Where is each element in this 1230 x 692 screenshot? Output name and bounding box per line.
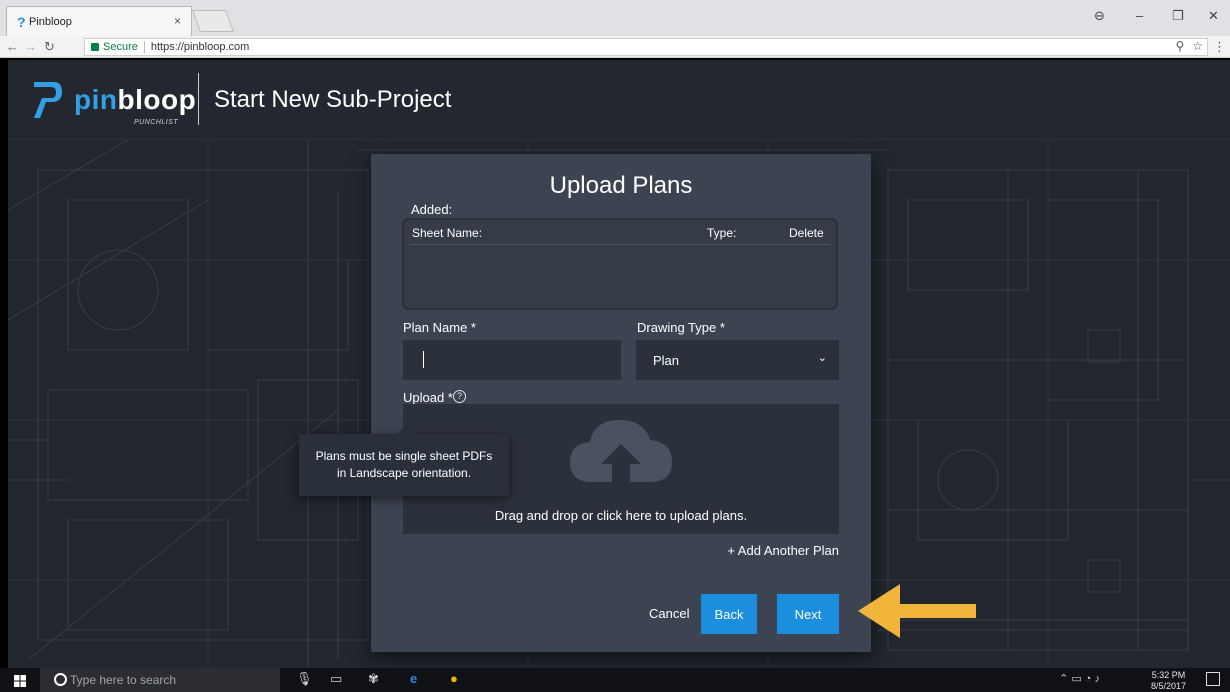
next-button[interactable]: Next (777, 594, 839, 634)
back-arrow-icon[interactable]: ← (6, 39, 19, 54)
clock-date: 8/5/2017 (1150, 681, 1186, 691)
reload-icon[interactable]: ↻ (44, 39, 55, 55)
chrome-browser-icon[interactable]: ● (450, 671, 458, 686)
clock-time: 5:32 PM (1151, 670, 1186, 680)
tab-close-icon[interactable]: × (174, 14, 181, 28)
address-bar: ← → ↻ Secure https://pinbloop.com ⚲ ☆ ⋮ (0, 36, 1230, 58)
browser-tab[interactable]: ? Pinbloop × (6, 6, 192, 36)
logo-bloop: bloop (117, 84, 197, 115)
chevron-down-icon: ⌄ (817, 352, 827, 364)
browser-menu-icon[interactable]: ⋮ (1213, 39, 1226, 55)
logo-subtitle: PUNCHLIST (134, 119, 179, 126)
column-type: Type: (707, 226, 737, 240)
dropzone-text: Drag and drop or click here to upload pl… (494, 508, 748, 523)
pinbloop-logo-icon (34, 82, 62, 118)
url-text: https://pinbloop.com (150, 41, 250, 53)
secure-label: Secure (103, 41, 138, 53)
table-header-divider (410, 244, 830, 245)
windows-start-icon[interactable] (14, 675, 26, 687)
pinbloop-favicon-icon: ? (17, 14, 26, 30)
forward-arrow-icon[interactable]: → (24, 39, 37, 54)
tooltip-line-2: in Landscape orientation. (336, 466, 472, 480)
tab-title: Pinbloop (29, 15, 72, 28)
added-plans-table: Sheet Name: Type: Delete (402, 218, 838, 310)
secure-indicator[interactable]: Secure (91, 41, 138, 53)
cortana-icon (54, 673, 67, 686)
drawing-type-label: Drawing Type * (637, 320, 725, 335)
column-delete: Delete (789, 226, 824, 240)
add-another-plan-link[interactable]: + Add Another Plan (727, 543, 839, 558)
plan-name-label: Plan Name * (403, 320, 476, 335)
upload-label: Upload * (403, 390, 453, 405)
omnibox-separator (143, 41, 145, 53)
task-view-icon[interactable]: ▭ (330, 671, 342, 687)
header-divider (198, 73, 199, 125)
omnibox-actions: ⚲ ☆ (1175, 39, 1203, 53)
lock-icon (91, 43, 99, 51)
taskbar-search-input[interactable]: Type here to search (40, 668, 280, 692)
modal-title: Upload Plans (549, 172, 693, 199)
system-tray-icons[interactable]: ⌃ ▭ ◔ ♪ (1059, 672, 1100, 685)
plan-name-input[interactable] (403, 340, 621, 380)
zoom-icon[interactable]: ⚲ (1175, 39, 1184, 53)
cancel-button[interactable]: Cancel (649, 606, 689, 621)
drawing-type-select[interactable]: Plan ⌄ (636, 340, 839, 380)
taskbar-search-placeholder: Type here to search (70, 673, 177, 687)
page-title: Start New Sub-Project (214, 86, 452, 113)
bookmark-star-icon[interactable]: ☆ (1192, 39, 1203, 53)
taskbar-clock[interactable]: 5:32 PM 8/5/2017 (1151, 670, 1186, 692)
edge-browser-icon[interactable]: e (410, 671, 417, 686)
upload-plans-modal: Upload Plans Added: Sheet Name: Type: De… (371, 154, 871, 652)
upload-help-tooltip: Plans must be single sheet PDFs in Lands… (299, 426, 509, 496)
added-label: Added: (411, 202, 453, 217)
browser-tab-strip: ? Pinbloop × ⊖ – ❐ ✕ (0, 0, 1230, 36)
new-tab-button[interactable] (191, 10, 235, 32)
restore-icon[interactable]: ❐ (1172, 8, 1184, 24)
drawing-type-value: Plan (653, 352, 680, 368)
minimize-icon[interactable]: – (1136, 8, 1143, 23)
annotation-arrow-icon (858, 584, 976, 638)
cloud-upload-icon (570, 420, 672, 484)
text-caret (423, 351, 424, 368)
logo-wordmark[interactable]: pinbloop (74, 84, 196, 116)
app-viewport: pinbloop PUNCHLIST Start New Sub-Project… (8, 60, 1230, 668)
logo-pin: pin (74, 84, 118, 115)
profile-icon[interactable]: ⊖ (1094, 8, 1105, 24)
microphone-icon[interactable]: 🎙 (296, 671, 313, 687)
tooltip-line-1: Plans must be single sheet PDFs (315, 449, 493, 463)
action-center-icon[interactable] (1206, 672, 1220, 686)
windows-taskbar: Type here to search 🎙 ▭ ✾ e ● ⌃ ▭ ◔ ♪ 5:… (0, 668, 1230, 692)
app-icon[interactable]: ✾ (368, 671, 379, 687)
column-sheet-name: Sheet Name: (412, 226, 483, 240)
url-input[interactable]: Secure https://pinbloop.com ⚲ ☆ (84, 38, 1208, 56)
app-header: pinbloop PUNCHLIST Start New Sub-Project (8, 60, 1230, 140)
help-icon[interactable]: ? (453, 390, 466, 403)
close-window-icon[interactable]: ✕ (1208, 8, 1219, 24)
back-button[interactable]: Back (701, 594, 757, 634)
